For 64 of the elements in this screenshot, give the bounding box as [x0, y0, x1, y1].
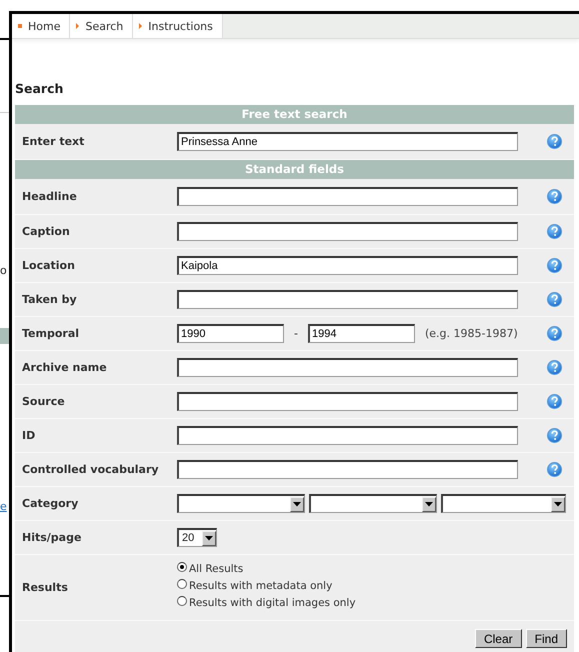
dropdown[interactable]: [177, 494, 305, 513]
help-icon[interactable]: [546, 292, 562, 307]
triangle-bullet-icon: [139, 23, 142, 29]
help-icon[interactable]: [546, 189, 562, 204]
radio-button[interactable]: [177, 578, 187, 588]
text-field[interactable]: [177, 290, 518, 309]
dropdown-arrow-icon: [293, 502, 301, 506]
breadcrumb-link[interactable]: Search: [70, 14, 134, 38]
breadcrumb-link[interactable]: Home: [12, 14, 70, 38]
dropdown-arrow-icon: [205, 536, 213, 540]
help-icon[interactable]: [546, 258, 562, 273]
field-label: Category: [21, 497, 80, 510]
cut-off-link[interactable]: e: [0, 500, 7, 513]
field-label: Temporal: [21, 327, 80, 340]
field-label: Source: [21, 395, 66, 408]
dropdown-arrow-icon: [425, 502, 433, 506]
breadcrumb-link[interactable]: Instructions: [133, 14, 223, 38]
help-icon[interactable]: [546, 326, 562, 341]
field-label: ID: [21, 429, 36, 442]
field-label: Results: [21, 581, 69, 594]
help-icon[interactable]: [546, 462, 562, 477]
text-field[interactable]: [177, 392, 518, 411]
text-field[interactable]: [177, 460, 518, 479]
dropdown-arrow-icon: [554, 502, 562, 506]
help-icon[interactable]: [546, 360, 562, 375]
text-field[interactable]: 1990: [177, 324, 284, 343]
triangle-bullet-icon: [76, 23, 80, 29]
help-icon[interactable]: [546, 428, 562, 443]
radio-button[interactable]: [177, 562, 187, 572]
field-label: Headline: [21, 190, 78, 203]
format-hint: (e.g. 1985-1987): [424, 327, 518, 340]
dropdown[interactable]: 20: [177, 528, 217, 547]
cut-off-text: o: [0, 264, 6, 277]
form-button[interactable]: Find: [526, 629, 567, 648]
square-bullet-icon: [18, 24, 22, 28]
text-field[interactable]: Prinsessa Anne: [177, 132, 518, 151]
field-label: Controlled vocabulary: [21, 463, 160, 476]
field-label: Archive name: [21, 361, 108, 374]
section-header: Free text search: [15, 105, 574, 124]
field-label: Location: [21, 259, 76, 272]
page-title: Search: [14, 80, 64, 98]
help-icon[interactable]: [546, 394, 562, 409]
text-field[interactable]: 1994: [308, 324, 415, 343]
help-icon[interactable]: [546, 134, 562, 149]
dropdown[interactable]: [309, 494, 437, 513]
text-field[interactable]: [177, 187, 518, 206]
header-bar: [0, 328, 9, 344]
radio-option[interactable]: All Results: [177, 562, 534, 578]
range-separator: -: [294, 327, 298, 340]
field-label: Hits/page: [21, 531, 82, 544]
field-label: Caption: [21, 225, 71, 238]
help-icon[interactable]: [546, 224, 562, 239]
text-field[interactable]: [177, 358, 518, 377]
field-label: Enter text: [21, 135, 86, 148]
field-label: Taken by: [21, 293, 78, 306]
section-header: Standard fields: [15, 160, 574, 179]
form-button[interactable]: Clear: [474, 629, 522, 648]
dropdown[interactable]: [441, 494, 566, 513]
radio-option[interactable]: Results with digital images only: [177, 596, 534, 612]
text-field[interactable]: Kaipola: [177, 256, 518, 275]
radio-option[interactable]: Results with metadata only: [177, 580, 534, 596]
text-field[interactable]: [177, 222, 518, 241]
text-field[interactable]: [177, 426, 518, 445]
radio-button[interactable]: [177, 596, 187, 606]
